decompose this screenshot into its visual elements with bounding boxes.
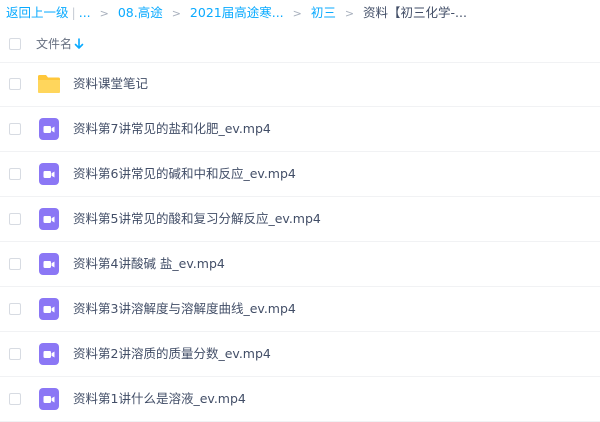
file-row[interactable]: 资料第4讲酸碱 盐_ev.mp4: [0, 242, 600, 287]
row-checkbox[interactable]: [9, 258, 21, 270]
breadcrumb-ellipsis[interactable]: ...: [79, 5, 91, 20]
video-file-icon[interactable]: [37, 297, 61, 321]
file-name[interactable]: 资料第5讲常见的酸和复习分解反应_ev.mp4: [73, 197, 321, 241]
row-checkbox[interactable]: [9, 348, 21, 360]
video-file-icon[interactable]: [37, 207, 61, 231]
folder-icon[interactable]: [37, 72, 61, 96]
video-file-icon[interactable]: [37, 162, 61, 186]
file-row[interactable]: 资料第5讲常见的酸和复习分解反应_ev.mp4: [0, 197, 600, 242]
file-row[interactable]: 资料第1讲什么是溶液_ev.mp4: [0, 377, 600, 422]
video-file-icon[interactable]: [37, 387, 61, 411]
row-checkbox[interactable]: [9, 213, 21, 225]
breadcrumb-item-grade[interactable]: 初三: [311, 5, 336, 20]
breadcrumb-pipe: |: [71, 5, 76, 20]
breadcrumb-item-2021[interactable]: 2021届高途寒...: [190, 5, 284, 20]
file-row[interactable]: 资料第2讲溶质的质量分数_ev.mp4: [0, 332, 600, 377]
file-list-header: 文件名: [0, 26, 600, 63]
chevron-right-icon: >: [292, 7, 302, 20]
back-link[interactable]: 返回上一级: [6, 5, 69, 20]
video-file-icon[interactable]: [37, 252, 61, 276]
select-all-checkbox[interactable]: [9, 38, 21, 50]
file-name[interactable]: 资料第2讲溶质的质量分数_ev.mp4: [73, 332, 271, 376]
file-row[interactable]: 资料第7讲常见的盐和化肥_ev.mp4: [0, 107, 600, 152]
file-row[interactable]: 资料第6讲常见的碱和中和反应_ev.mp4: [0, 152, 600, 197]
chevron-right-icon: >: [171, 7, 181, 20]
sort-arrow-down-icon[interactable]: [74, 38, 84, 50]
chevron-right-icon: >: [344, 7, 355, 20]
row-checkbox[interactable]: [9, 393, 21, 405]
video-file-icon[interactable]: [37, 342, 61, 366]
row-checkbox[interactable]: [9, 123, 21, 135]
file-name[interactable]: 资料第1讲什么是溶液_ev.mp4: [73, 377, 246, 421]
file-row[interactable]: 资料第3讲溶解度与溶解度曲线_ev.mp4: [0, 287, 600, 332]
file-name[interactable]: 资料第4讲酸碱 盐_ev.mp4: [73, 242, 225, 286]
row-checkbox[interactable]: [9, 78, 21, 90]
breadcrumb: 返回上一级 |... > 08.高途 > 2021届高途寒... > 初三 > 资…: [6, 0, 467, 26]
video-file-icon[interactable]: [37, 117, 61, 141]
breadcrumb-current: 资料【初三化学-...: [363, 5, 467, 20]
file-name[interactable]: 资料课堂笔记: [73, 62, 148, 106]
file-name[interactable]: 资料第6讲常见的碱和中和反应_ev.mp4: [73, 152, 296, 196]
row-checkbox[interactable]: [9, 303, 21, 315]
chevron-right-icon: >: [99, 7, 109, 20]
file-name[interactable]: 资料第7讲常见的盐和化肥_ev.mp4: [73, 107, 271, 151]
row-checkbox[interactable]: [9, 168, 21, 180]
column-header-filename[interactable]: 文件名: [36, 26, 72, 62]
folder-row[interactable]: 资料课堂笔记: [0, 62, 600, 107]
file-name[interactable]: 资料第3讲溶解度与溶解度曲线_ev.mp4: [73, 287, 296, 331]
breadcrumb-item-gaotu[interactable]: 08.高途: [118, 5, 163, 20]
